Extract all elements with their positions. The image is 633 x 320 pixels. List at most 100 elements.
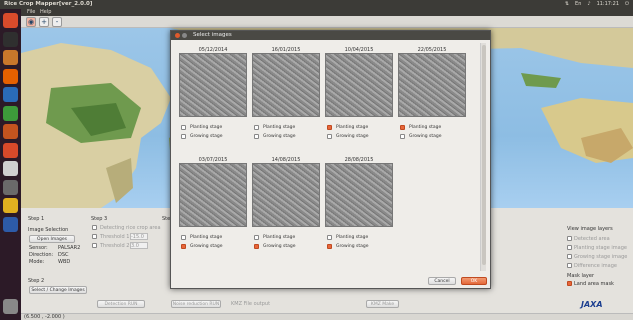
open-images-button[interactable]: Open Images: [29, 235, 75, 243]
image-card: 10/04/2015 Planting stage Growing stage: [325, 47, 397, 147]
terminal-icon[interactable]: [3, 31, 18, 47]
keyboard-language[interactable]: En: [575, 1, 581, 7]
mode-label: Mode:: [29, 259, 45, 265]
scrollbar-thumb[interactable]: [482, 45, 486, 265]
image-card: 05/12/2014 Planting stage Growing stage: [179, 47, 251, 147]
kmz-make-button[interactable]: KMZ Make: [366, 300, 399, 308]
growing-label: Growing stage: [263, 134, 296, 139]
close-icon[interactable]: [175, 33, 180, 38]
layer-checkbox[interactable]: [567, 254, 572, 259]
image-card: 28/08/2015 Planting stage Growing stage: [325, 157, 397, 257]
growing-checkbox[interactable]: [400, 134, 405, 139]
sar-image-thumbnail[interactable]: [398, 53, 466, 117]
clock[interactable]: 11:17:21: [597, 1, 619, 7]
files-icon[interactable]: [3, 50, 18, 65]
growing-checkbox[interactable]: [181, 244, 186, 249]
software-center-icon[interactable]: [3, 142, 18, 158]
growing-checkbox[interactable]: [181, 134, 186, 139]
planting-checkbox[interactable]: [181, 125, 186, 130]
kmz-output-label: KMZ File output: [231, 301, 271, 307]
ok-button[interactable]: OK: [461, 277, 487, 285]
planting-label: Planting stage: [190, 125, 223, 130]
planting-checkbox[interactable]: [254, 125, 259, 130]
select-images-dialog: Select images 05/12/2014 Planting stage Gr…: [170, 30, 491, 289]
calc-icon[interactable]: [3, 105, 18, 121]
growing-label: Growing stage: [336, 244, 369, 249]
network-icon[interactable]: ⇅: [565, 1, 569, 7]
threshold1-input[interactable]: -15.0: [130, 233, 148, 240]
image-card: 14/08/2015 Planting stage Growing stage: [252, 157, 324, 257]
threshold1-checkbox[interactable]: [92, 234, 97, 239]
zoom-out-icon[interactable]: -: [52, 17, 62, 27]
direction-value: DSC: [58, 252, 69, 258]
dialog-scrollbar[interactable]: [480, 43, 486, 271]
direction-label: Direction:: [29, 252, 54, 258]
mapper-icon[interactable]: [3, 198, 18, 213]
impress-icon[interactable]: [3, 124, 18, 139]
threshold2-label: Threshold 2: [100, 243, 130, 249]
ubuntu-dash-icon[interactable]: [3, 13, 18, 28]
select-change-images-button[interactable]: Select / Change Images: [29, 286, 87, 294]
planting-checkbox[interactable]: [327, 235, 332, 240]
rice-app-icon[interactable]: [3, 216, 18, 232]
planting-checkbox[interactable]: [327, 125, 332, 130]
trash-icon[interactable]: [3, 299, 18, 314]
layer-label: Growing stage image: [574, 254, 628, 260]
growing-checkbox[interactable]: [254, 134, 259, 139]
detection-run-button[interactable]: Detection RUN: [97, 300, 145, 308]
firefox-icon[interactable]: [3, 68, 18, 84]
threshold2-checkbox[interactable]: [92, 243, 97, 248]
noise-reduction-run-button[interactable]: Noise reduction RUN: [171, 300, 221, 308]
menu-file[interactable]: File: [27, 9, 35, 15]
sar-image-thumbnail[interactable]: [179, 53, 247, 117]
sar-image-thumbnail[interactable]: [179, 163, 247, 227]
planting-checkbox[interactable]: [400, 125, 405, 130]
step2-label: Step 2: [28, 278, 45, 284]
volume-icon[interactable]: ♪: [587, 1, 590, 7]
growing-checkbox[interactable]: [327, 134, 332, 139]
mode-value: WBD: [58, 259, 71, 265]
mask-layer-label: Mask layer: [567, 273, 595, 279]
growing-label: Growing stage: [190, 244, 223, 249]
growing-checkbox[interactable]: [254, 244, 259, 249]
sar-image-thumbnail[interactable]: [325, 163, 393, 227]
sensor-value: PALSAR2: [58, 245, 81, 251]
layer-checkbox[interactable]: [567, 236, 572, 241]
system-top-bar: Rice Crop Mapper[ver_2.0.0] ⇅ En ♪ 11:17…: [0, 0, 633, 9]
cancel-button[interactable]: Cancel: [428, 277, 456, 285]
select-tool-icon[interactable]: ◉: [26, 17, 36, 27]
minimize-icon[interactable]: [182, 33, 187, 38]
view-layers-label: View image layers: [567, 226, 613, 232]
power-icon[interactable]: ⏻: [625, 1, 629, 7]
planting-checkbox[interactable]: [254, 235, 259, 240]
amazon-icon[interactable]: [3, 161, 18, 176]
sar-image-thumbnail[interactable]: [252, 163, 320, 227]
map-toolbar: ◉ + -: [21, 16, 633, 28]
detecting-checkbox[interactable]: [92, 225, 97, 230]
planting-label: Planting stage: [190, 235, 223, 240]
growing-label: Growing stage: [190, 134, 223, 139]
planting-label: Planting stage: [336, 125, 369, 130]
writer-icon[interactable]: [3, 87, 18, 102]
sar-image-thumbnail[interactable]: [325, 53, 393, 117]
threshold2-input[interactable]: 3.0: [130, 242, 148, 249]
layer-label: Detected area: [574, 236, 610, 242]
image-card: 03/07/2015 Planting stage Growing stage: [179, 157, 251, 257]
menu-help[interactable]: Help: [40, 9, 51, 15]
settings-icon[interactable]: [3, 179, 18, 195]
land-area-mask-checkbox[interactable]: [567, 281, 572, 286]
growing-label: Growing stage: [409, 134, 442, 139]
growing-checkbox[interactable]: [327, 244, 332, 249]
planting-label: Planting stage: [409, 125, 442, 130]
land-area-mask-label: Land area mask: [574, 281, 614, 287]
layer-checkbox[interactable]: [567, 245, 572, 250]
zoom-in-icon[interactable]: +: [39, 17, 49, 27]
growing-label: Growing stage: [336, 134, 369, 139]
jaxa-logo: JAXA: [581, 300, 603, 309]
planting-label: Planting stage: [263, 235, 296, 240]
window-title: Rice Crop Mapper[ver_2.0.0]: [4, 1, 93, 7]
layer-checkbox[interactable]: [567, 263, 572, 268]
planting-checkbox[interactable]: [181, 235, 186, 240]
sar-image-thumbnail[interactable]: [252, 53, 320, 117]
image-card: 22/05/2015 Planting stage Growing stage: [398, 47, 470, 147]
